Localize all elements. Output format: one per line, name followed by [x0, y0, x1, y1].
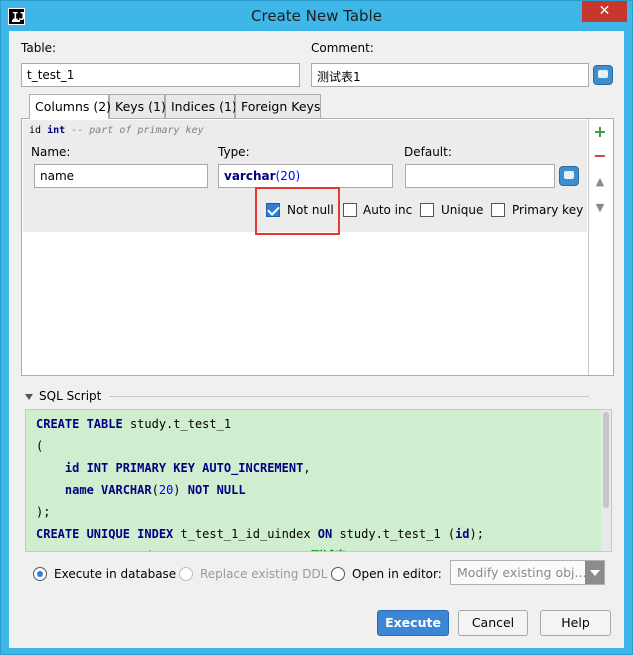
- sql-script-label: SQL Script: [39, 389, 102, 403]
- comment-label: Comment:: [311, 41, 374, 55]
- auto-inc-checkbox[interactable]: [343, 203, 357, 217]
- unique-checkbox[interactable]: [420, 203, 434, 217]
- sql-script-toggle[interactable]: SQL Script: [25, 389, 590, 403]
- collapse-triangle-icon: [25, 393, 33, 400]
- editor-mode-dropdown[interactable]: Modify existing obj...: [450, 560, 605, 585]
- type-size: (20): [275, 169, 301, 183]
- close-button[interactable]: ✕: [582, 1, 627, 22]
- column-list-item[interactable]: id int -- part of primary key: [29, 125, 204, 136]
- move-up-icon[interactable]: ▲: [591, 173, 609, 191]
- default-expand-icon[interactable]: [559, 166, 579, 186]
- execute-in-database-label: Execute in database: [54, 567, 177, 581]
- sql-scrollbar[interactable]: [601, 410, 611, 551]
- editor-mode-value: Modify existing obj...: [457, 565, 587, 580]
- execute-button[interactable]: Execute: [377, 610, 449, 636]
- replace-ddl-label: Replace existing DDL: [200, 567, 328, 581]
- move-down-icon[interactable]: ▼: [591, 199, 609, 217]
- chevron-down-icon: [585, 561, 604, 584]
- dialog-window: IJ Create New Table ✕ Table: t_test_1 Co…: [0, 0, 633, 655]
- cancel-button[interactable]: Cancel: [458, 610, 528, 636]
- comment-expand-icon[interactable]: [593, 65, 613, 85]
- primary-key-label: Primary key: [512, 203, 584, 217]
- type-keyword: varchar: [224, 169, 276, 183]
- dialog-title: Create New Table: [251, 7, 382, 25]
- not-null-highlight-box: [255, 187, 340, 235]
- default-label: Default:: [404, 145, 452, 159]
- toolbar-divider: [588, 119, 589, 375]
- comment-field[interactable]: 测试表1: [311, 63, 589, 87]
- title-bar[interactable]: IJ Create New Table ✕: [1, 1, 632, 31]
- column-name-field[interactable]: name: [34, 164, 208, 188]
- column-type-field[interactable]: varchar(20): [218, 164, 393, 188]
- table-name-field[interactable]: t_test_1: [21, 63, 300, 87]
- sql-line-1-rest: study.t_test_1: [129, 417, 232, 431]
- columns-panel: id int -- part of primary key Name: name…: [21, 118, 614, 376]
- execute-in-database-radio[interactable]: [33, 567, 47, 581]
- name-label: Name:: [31, 145, 71, 159]
- type-label: Type:: [218, 145, 250, 159]
- tab-keys[interactable]: Keys (1): [109, 94, 166, 118]
- sql-preview[interactable]: CREATE TABLE study.t_test_1 ( id INT PRI…: [25, 409, 612, 552]
- add-column-icon[interactable]: +: [591, 123, 609, 141]
- default-value-field[interactable]: [405, 164, 555, 188]
- primary-key-checkbox[interactable]: [491, 203, 505, 217]
- tab-columns[interactable]: Columns (2): [29, 94, 111, 119]
- open-in-editor-radio[interactable]: [331, 567, 345, 581]
- unique-label: Unique: [441, 203, 484, 217]
- table-label: Table:: [21, 41, 57, 55]
- dialog-body: Table: t_test_1 Comment: 测试表1 Columns (2…: [9, 31, 624, 648]
- column-name-id: id: [29, 125, 42, 136]
- tab-foreign-keys[interactable]: Foreign Keys: [235, 94, 321, 118]
- tab-indices[interactable]: Indices (1): [165, 94, 237, 118]
- auto-inc-label: Auto inc: [363, 203, 413, 217]
- help-button[interactable]: Help: [540, 610, 611, 636]
- open-in-editor-label: Open in editor:: [352, 567, 442, 581]
- column-note: -- part of primary key: [71, 125, 204, 136]
- remove-column-icon[interactable]: −: [591, 147, 609, 165]
- column-type-int: int: [47, 125, 66, 136]
- replace-ddl-radio[interactable]: [179, 567, 193, 581]
